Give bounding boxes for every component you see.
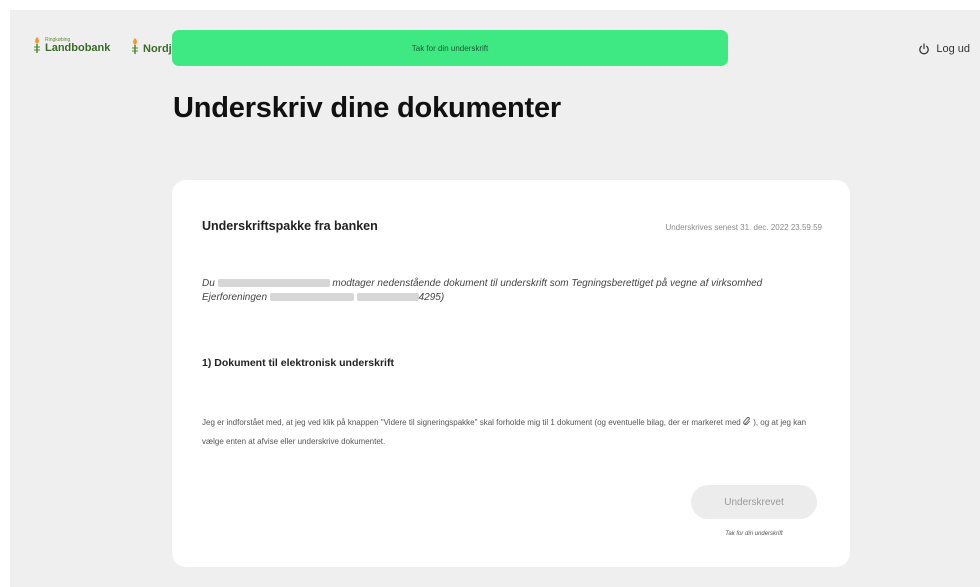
page-title: Underskriv dine dokumenter bbox=[173, 92, 562, 124]
redacted-company bbox=[269, 293, 354, 302]
flame-logo-icon bbox=[34, 37, 40, 53]
intro-part-1: Du bbox=[202, 278, 215, 289]
consent-part-1: Jeg er indforstået med, at jeg ved klik … bbox=[202, 418, 741, 427]
logout-label: Log ud bbox=[936, 43, 970, 55]
logout-button[interactable]: Log ud bbox=[918, 43, 970, 55]
card-header: Underskriftspakke fra banken Underskrive… bbox=[202, 219, 822, 233]
intro-part-3: 4295) bbox=[418, 292, 445, 303]
redacted-cvr bbox=[356, 293, 419, 302]
toast-message: Tak for din underskrift bbox=[411, 43, 489, 53]
redacted-name bbox=[217, 279, 330, 288]
thanks-caption: Tak for din underskrift bbox=[725, 531, 783, 537]
flame-logo-icon bbox=[132, 38, 138, 54]
consent-text: Jeg er indforstået med, at jeg ved klik … bbox=[202, 413, 822, 451]
card-title: Underskriftspakke fra banken bbox=[202, 219, 378, 233]
success-toast: Tak for din underskrift bbox=[172, 30, 728, 66]
section-heading: 1) Dokument til elektronisk underskrift bbox=[202, 357, 394, 369]
logo-title: Landbobank bbox=[45, 42, 111, 54]
signed-button[interactable]: Underskrevet bbox=[691, 485, 817, 519]
nordjy-logo[interactable]: Nordjy bbox=[130, 37, 178, 55]
signing-package-card: Underskriftspakke fra banken Underskrive… bbox=[172, 180, 850, 567]
signing-deadline: Underskrives senest 31. dec. 2022 23.59.… bbox=[665, 223, 822, 232]
intro-text: Du modtager nedenstående dokument til un… bbox=[202, 277, 822, 305]
ringkobing-landbobank-logo[interactable]: Ringkøbing Landbobank bbox=[32, 36, 110, 54]
power-icon bbox=[919, 43, 930, 55]
paperclip-icon bbox=[743, 417, 751, 426]
